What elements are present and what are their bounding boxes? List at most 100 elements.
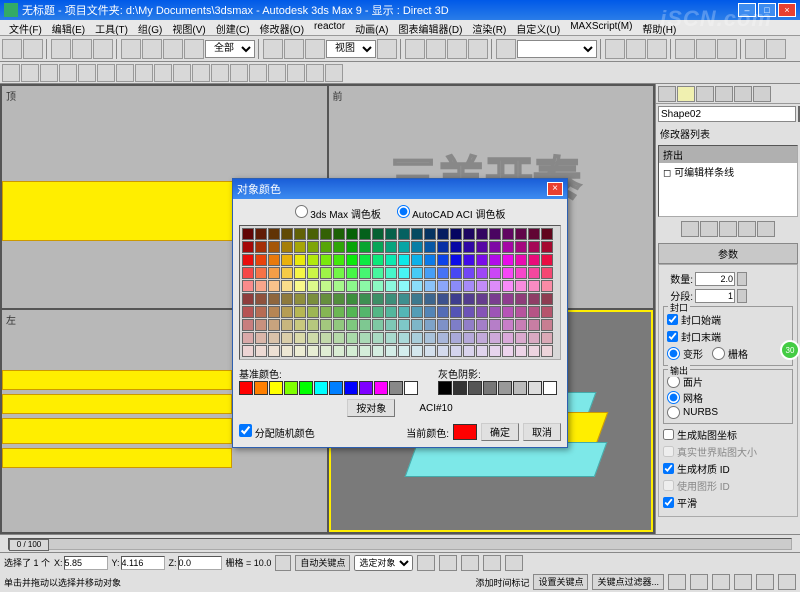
palette-cell[interactable] — [398, 280, 410, 292]
nav-zoomext-button[interactable] — [712, 574, 730, 590]
palette-cell[interactable] — [268, 241, 280, 253]
palette-cell[interactable] — [463, 267, 475, 279]
palette-cell[interactable] — [268, 228, 280, 240]
palette-cell[interactable] — [359, 345, 371, 357]
palette-cell[interactable] — [333, 241, 345, 253]
palette-cell[interactable] — [502, 345, 514, 357]
palette-cell[interactable] — [255, 267, 267, 279]
reactor-btn-6[interactable] — [97, 64, 115, 82]
palette-cell[interactable] — [463, 254, 475, 266]
palette-cell[interactable] — [320, 241, 332, 253]
palette-cell[interactable] — [541, 267, 553, 279]
palette-cell[interactable] — [346, 332, 358, 344]
menu-item[interactable]: 创建(C) — [211, 20, 255, 35]
palette-cell[interactable] — [294, 293, 306, 305]
palette-cell[interactable] — [515, 254, 527, 266]
palette-cell[interactable] — [424, 228, 436, 240]
palette-cell[interactable] — [398, 332, 410, 344]
ok-button[interactable]: 确定 — [481, 423, 519, 441]
set-key-button[interactable]: 设置关键点 — [533, 574, 588, 590]
palette-cell[interactable] — [515, 332, 527, 344]
palette-cell[interactable] — [307, 319, 319, 331]
palette-cell[interactable] — [411, 306, 423, 318]
palette-cell[interactable] — [385, 345, 397, 357]
palette-cell[interactable] — [307, 228, 319, 240]
palette-cell[interactable] — [463, 293, 475, 305]
palette-cell[interactable] — [372, 280, 384, 292]
basic-swatch[interactable] — [344, 381, 358, 395]
gray-swatch[interactable] — [528, 381, 542, 395]
palette-cell[interactable] — [255, 293, 267, 305]
palette-cell[interactable] — [515, 345, 527, 357]
basic-swatch[interactable] — [269, 381, 283, 395]
prev-frame-button[interactable] — [439, 555, 457, 571]
modifier-stack[interactable]: 挤出 ◻ 可编辑样条线 — [658, 145, 798, 217]
dialog-close-button[interactable]: × — [547, 182, 563, 196]
palette-cell[interactable] — [359, 293, 371, 305]
palette-cell[interactable] — [463, 345, 475, 357]
palette-cell[interactable] — [385, 280, 397, 292]
palette-cell[interactable] — [359, 241, 371, 253]
redo-button[interactable] — [23, 39, 43, 59]
palette-cell[interactable] — [450, 241, 462, 253]
refcoord-dropdown[interactable]: 视图 — [326, 40, 376, 58]
palette-cell[interactable] — [398, 241, 410, 253]
palette-aci-radio[interactable] — [397, 205, 410, 218]
palette-cell[interactable] — [242, 293, 254, 305]
palette-cell[interactable] — [502, 228, 514, 240]
reactor-btn-17[interactable] — [306, 64, 324, 82]
maximize-button[interactable]: □ — [758, 3, 776, 17]
palette-cell[interactable] — [424, 241, 436, 253]
palette-cell[interactable] — [411, 241, 423, 253]
palette-cell[interactable] — [489, 280, 501, 292]
palette-cell[interactable] — [541, 332, 553, 344]
palette-cell[interactable] — [502, 254, 514, 266]
palette-cell[interactable] — [242, 254, 254, 266]
palette-cell[interactable] — [320, 228, 332, 240]
palette-cell[interactable] — [476, 267, 488, 279]
assign-random-check[interactable] — [239, 424, 252, 437]
palette-cell[interactable] — [437, 267, 449, 279]
palette-cell[interactable] — [255, 345, 267, 357]
palette-cell[interactable] — [437, 254, 449, 266]
palette-cell[interactable] — [268, 332, 280, 344]
palette-cell[interactable] — [307, 345, 319, 357]
named-sel-button[interactable] — [496, 39, 516, 59]
palette-cell[interactable] — [307, 267, 319, 279]
menu-item[interactable]: 修改器(O) — [255, 20, 309, 35]
palette-cell[interactable] — [333, 332, 345, 344]
palette-cell[interactable] — [502, 267, 514, 279]
palette-cell[interactable] — [294, 319, 306, 331]
undo-button[interactable] — [2, 39, 22, 59]
palette-cell[interactable] — [502, 280, 514, 292]
palette-cell[interactable] — [281, 293, 293, 305]
palette-cell[interactable] — [372, 267, 384, 279]
palette-cell[interactable] — [398, 293, 410, 305]
palette-cell[interactable] — [450, 280, 462, 292]
menu-item[interactable]: 组(G) — [133, 20, 167, 35]
palette-cell[interactable] — [268, 306, 280, 318]
palette-cell[interactable] — [242, 228, 254, 240]
output-nurbs-radio[interactable] — [667, 406, 680, 419]
palette-cell[interactable] — [528, 267, 540, 279]
palette-cell[interactable] — [476, 332, 488, 344]
palette-cell[interactable] — [294, 280, 306, 292]
basic-swatch[interactable] — [239, 381, 253, 395]
palette-cell[interactable] — [502, 293, 514, 305]
segments-field[interactable] — [695, 289, 735, 303]
nav-orbit-button[interactable] — [756, 574, 774, 590]
schematic-button[interactable] — [696, 39, 716, 59]
palette-cell[interactable] — [515, 241, 527, 253]
basic-swatch[interactable] — [329, 381, 343, 395]
palette-cell[interactable] — [541, 293, 553, 305]
palette-cell[interactable] — [242, 345, 254, 357]
by-object-button[interactable]: 按对象 — [347, 399, 395, 417]
reactor-btn-16[interactable] — [287, 64, 305, 82]
palette-cell[interactable] — [502, 319, 514, 331]
palette-cell[interactable] — [450, 345, 462, 357]
select-button[interactable] — [121, 39, 141, 59]
basic-swatch[interactable] — [404, 381, 418, 395]
palette-cell[interactable] — [281, 241, 293, 253]
palette-cell[interactable] — [411, 228, 423, 240]
palette-cell[interactable] — [268, 293, 280, 305]
